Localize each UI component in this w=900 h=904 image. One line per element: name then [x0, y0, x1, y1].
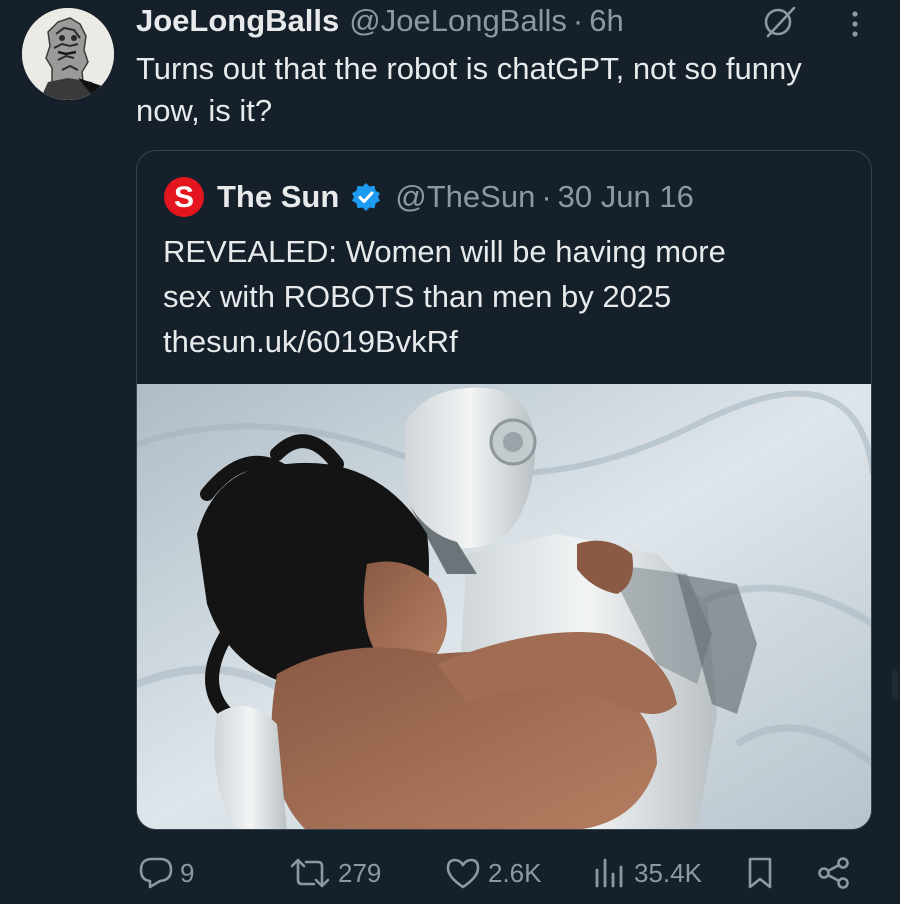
tweet-header: JoeLongBalls @JoeLongBalls · 6h: [136, 3, 624, 43]
timestamp[interactable]: 6h: [589, 3, 623, 39]
verified-badge-icon: [352, 183, 381, 211]
like-button[interactable]: 2.6K: [444, 856, 542, 890]
retweet-button[interactable]: 279: [288, 856, 381, 890]
display-name[interactable]: JoeLongBalls: [136, 3, 339, 39]
reply-icon: [139, 857, 173, 889]
reply-count: 9: [180, 857, 195, 888]
tweet[interactable]: JoeLongBalls @JoeLongBalls · 6h Turns ou…: [0, 0, 900, 904]
quoted-handle[interactable]: @TheSun: [395, 179, 535, 215]
reply-button[interactable]: 9: [138, 856, 194, 890]
quoted-display-name[interactable]: The Sun: [217, 179, 339, 215]
user-handle[interactable]: @JoeLongBalls: [349, 3, 567, 39]
views-icon: [595, 858, 623, 888]
views-button[interactable]: 35.4K: [592, 856, 702, 890]
more-icon[interactable]: [840, 6, 870, 42]
quoted-tweet[interactable]: S The Sun @TheSun · 30 Jun 16 REVEALED: …: [136, 150, 872, 830]
tweet-actions: 9 279 2.6K 35.4K: [0, 850, 900, 900]
like-count: 2.6K: [488, 857, 542, 888]
views-count: 35.4K: [634, 857, 702, 888]
grok-icon[interactable]: [760, 4, 800, 40]
avatar-illustration: [22, 8, 114, 100]
separator-dot: ·: [572, 3, 584, 38]
quoted-media-image[interactable]: [137, 384, 871, 829]
avatar[interactable]: [22, 8, 114, 100]
sun-logo-icon[interactable]: S: [163, 176, 205, 218]
share-icon: [818, 857, 849, 889]
heart-icon: [446, 858, 480, 889]
tweet-text: Turns out that the robot is chatGPT, not…: [136, 51, 802, 128]
quoted-header: S The Sun @TheSun · 30 Jun 16: [163, 175, 694, 219]
bookmark-button[interactable]: [744, 856, 782, 890]
retweet-icon: [290, 858, 330, 888]
share-button[interactable]: [816, 856, 858, 890]
quoted-date[interactable]: 30 Jun 16: [558, 179, 694, 215]
quoted-text-line: sex with ROBOTS than men by 2025: [163, 279, 672, 314]
quoted-text-line: REVEALED: Women will be having more: [163, 234, 726, 269]
quoted-separator-dot: ·: [541, 179, 552, 214]
retweet-count: 279: [338, 857, 382, 888]
scrollbar[interactable]: [892, 670, 898, 700]
quoted-text: REVEALED: Women will be having more sex …: [163, 229, 843, 364]
bookmark-icon: [748, 857, 772, 889]
quoted-link[interactable]: thesun.uk/6019BvkRf: [163, 319, 843, 364]
